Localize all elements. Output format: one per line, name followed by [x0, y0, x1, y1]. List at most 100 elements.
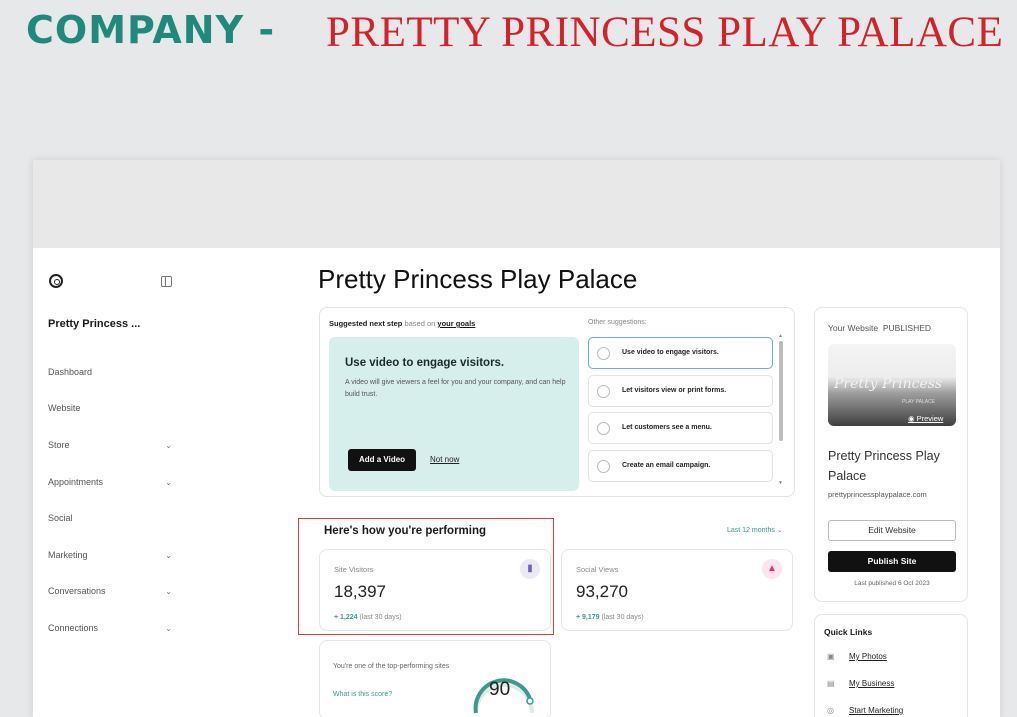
suggestion-card: Use video to engage visitors. A video wi…	[329, 337, 579, 491]
scroll-up-icon[interactable]: ▲	[778, 333, 783, 339]
sidebar-item-connections[interactable]: Connections ⌄	[48, 623, 172, 639]
website-panel: Your Website PUBLISHED Pretty Princess P…	[814, 307, 968, 602]
website-url[interactable]: prettyprincessplaypalace.com	[828, 490, 927, 499]
scrollbar-thumb[interactable]	[779, 341, 783, 441]
published-badge: PUBLISHED	[882, 323, 932, 333]
performance-title: Here's how you're performing	[324, 525, 487, 537]
score-info-link[interactable]: What is this score?	[333, 691, 392, 698]
logo-icon[interactable]	[49, 274, 63, 288]
quick-link-photos[interactable]: ▣ My Photos	[827, 652, 887, 661]
suggestion-card-description: A video will give viewers a feel for you…	[345, 379, 566, 398]
score-card: You're one of the top-performing sites W…	[319, 640, 551, 717]
not-now-link[interactable]: Not now	[430, 455, 459, 464]
add-video-button[interactable]: Add a Video	[348, 449, 416, 471]
score-value: 90	[489, 679, 511, 700]
stat-change: + 9,179 (last 30 days)	[576, 614, 644, 621]
website-thumbnail[interactable]: Pretty Princess PLAY PALACE ◉ Preview	[828, 344, 956, 426]
sidebar-item-label: Conversations	[48, 586, 106, 596]
chevron-down-icon: ⌄	[776, 527, 783, 534]
edit-website-button[interactable]: Edit Website	[828, 520, 956, 541]
scroll-down-icon[interactable]: ▼	[778, 480, 783, 486]
website-label: Your Website	[828, 323, 879, 333]
suggestion-option[interactable]: Let customers see a menu.	[588, 412, 773, 444]
period-select[interactable]: Last 12 months ⌄	[727, 526, 783, 534]
chevron-down-icon: ⌄	[165, 478, 172, 487]
bar-chart-icon: ▮	[520, 559, 540, 579]
sidebar-item-label: Connections	[48, 623, 99, 633]
thumbs-up-icon: ▲	[762, 559, 782, 579]
suggestion-option-label: Let customers see a menu.	[622, 424, 712, 431]
sidebar-item-marketing[interactable]: Marketing ⌄	[48, 550, 172, 566]
sidebar-item-website[interactable]: Website	[48, 403, 172, 419]
stat-change-note: (last 30 days)	[601, 614, 644, 621]
sidebar-item-label: Store	[48, 440, 70, 450]
dashboard-screenshot: Pretty Princess ... Dashboard Website St…	[33, 160, 1000, 717]
stat-change-note: (last 30 days)	[359, 614, 402, 621]
chevron-down-icon: ⌄	[165, 624, 172, 633]
sidebar-item-conversations[interactable]: Conversations ⌄	[48, 586, 172, 602]
sidebar-item-label: Social	[48, 513, 73, 523]
stat-change-value: + 1,224	[334, 614, 358, 621]
banner-company-name: PRETTY PRINCESS PLAY PALACE	[326, 9, 1004, 56]
stat-value: 93,270	[576, 582, 628, 601]
quick-link-label: My Photos	[849, 652, 887, 661]
website-name: Pretty Princess Play Palace	[828, 449, 940, 483]
stat-value: 18,397	[334, 582, 386, 601]
sidebar-item-social[interactable]: Social	[48, 513, 172, 529]
banner-company-label: COMPANY -	[26, 8, 276, 52]
suggestion-option-label: Let visitors view or print forms.	[622, 387, 727, 394]
score-message: You're one of the top-performing sites	[333, 663, 450, 670]
sidebar-item-label: Website	[48, 403, 81, 413]
suggestion-option[interactable]: Let visitors view or print forms.	[588, 375, 773, 407]
suggestion-option[interactable]: Create an email campaign.	[588, 450, 773, 482]
last-published-text: Last published 6 Oct 2023	[854, 580, 930, 587]
website-status: Your Website PUBLISHED	[828, 323, 931, 333]
stat-change-value: + 9,179	[576, 614, 600, 621]
sidebar-item-dashboard[interactable]: Dashboard	[48, 367, 172, 383]
radio-icon	[597, 422, 610, 435]
radio-icon	[597, 347, 610, 360]
screenshot-header	[33, 160, 1000, 248]
photo-icon: ▣	[827, 652, 835, 661]
eye-icon: ◉	[908, 414, 915, 423]
stat-label: Site Visitors	[334, 565, 374, 574]
suggestion-option-label: Create an email campaign.	[622, 462, 711, 469]
sidebar-item-label: Dashboard	[48, 367, 93, 377]
chevron-down-icon: ⌄	[165, 551, 172, 560]
collapse-sidebar-icon[interactable]	[161, 276, 172, 287]
thumbnail-tagline: PLAY PALACE	[902, 399, 936, 405]
suggestion-heading: Suggested next step based on your goals	[329, 319, 475, 328]
preview-label: Preview	[916, 414, 944, 423]
radio-icon	[597, 460, 610, 473]
page-title: Pretty Princess Play Palace	[318, 264, 638, 294]
publish-site-button[interactable]: Publish Site	[828, 551, 956, 572]
suggestions-scrollbar[interactable]: ▲ ▼	[778, 333, 784, 488]
chevron-down-icon: ⌄	[165, 441, 172, 450]
preview-link[interactable]: ◉ Preview	[908, 414, 943, 423]
sidebar-item-label: Appointments	[48, 477, 104, 487]
quick-link-label: My Business	[849, 679, 895, 688]
quick-link-business[interactable]: ▤ My Business	[827, 679, 894, 688]
suggestion-panel: Suggested next step based on your goals …	[319, 307, 795, 497]
suggestion-card-title: Use video to engage visitors.	[345, 357, 505, 369]
store-icon: ▤	[827, 679, 835, 688]
sidebar-item-appointments[interactable]: Appointments ⌄	[48, 477, 172, 493]
quick-links-panel: Quick Links ▣ My Photos ▤ My Business ◎ Sta…	[814, 614, 968, 717]
target-icon: ◎	[827, 706, 834, 715]
suggestion-option-label: Use video to engage visitors.	[622, 349, 719, 356]
goals-link[interactable]: your goals	[437, 319, 475, 328]
other-suggestions-label: Other suggestions:	[588, 319, 647, 326]
social-views-card[interactable]: Social Views 93,270 + 9,179 (last 30 day…	[561, 549, 793, 631]
quick-link-label: Start Marketing	[849, 706, 904, 715]
sidebar-item-store[interactable]: Store ⌄	[48, 440, 172, 456]
stat-label: Social Views	[576, 565, 619, 574]
site-visitors-card[interactable]: Site Visitors 18,397 + 1,224 (last 30 da…	[319, 549, 551, 631]
stat-change: + 1,224 (last 30 days)	[334, 614, 402, 621]
quick-link-marketing[interactable]: ◎ Start Marketing	[827, 706, 903, 715]
radio-icon	[597, 385, 610, 398]
sidebar-business-name[interactable]: Pretty Princess ...	[48, 318, 140, 330]
suggestion-heading-light: based on	[404, 319, 436, 328]
suggestion-option[interactable]: Use video to engage visitors.	[588, 337, 773, 369]
suggestion-heading-text: Suggested next step	[329, 319, 403, 328]
chevron-down-icon: ⌄	[165, 587, 172, 596]
